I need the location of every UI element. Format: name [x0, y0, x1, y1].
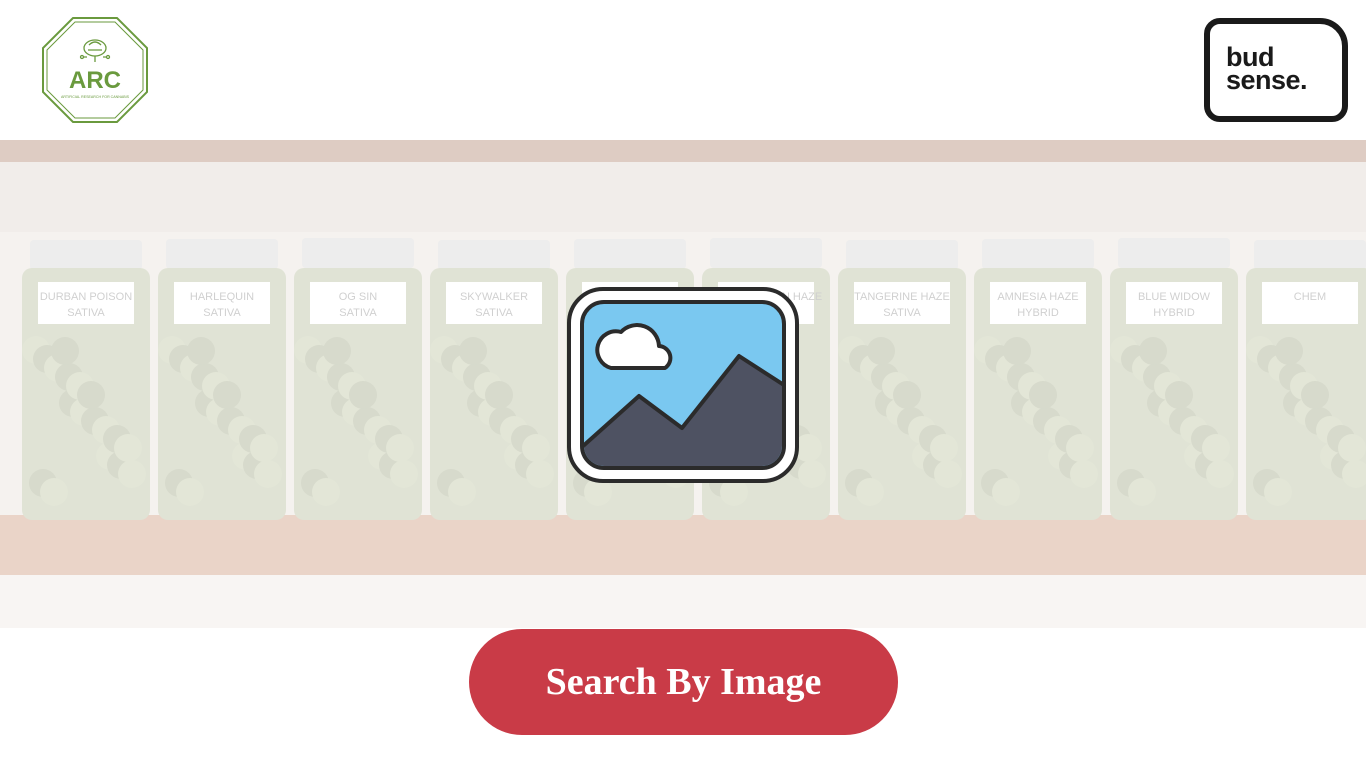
budsense-logo-line2: sense.	[1226, 65, 1308, 95]
budsense-logo[interactable]: bud sense.	[1204, 18, 1348, 122]
arc-logo-graphic: ARC ARTIFICIAL RESEARCH FOR CANNABIS	[42, 17, 148, 123]
header: ARC ARTIFICIAL RESEARCH FOR CANNABIS bud…	[0, 0, 1366, 140]
arc-logo-tagline: ARTIFICIAL RESEARCH FOR CANNABIS	[61, 95, 130, 99]
image-placeholder-icon	[567, 287, 799, 483]
brain-circuit-icon	[79, 39, 111, 62]
arc-logo-text: ARC	[69, 67, 121, 94]
arc-logo[interactable]: ARC ARTIFICIAL RESEARCH FOR CANNABIS	[40, 15, 150, 125]
search-by-image-button[interactable]: Search By Image	[469, 629, 898, 735]
budsense-logo-text: bud sense.	[1226, 44, 1308, 95]
image-upload-icon[interactable]	[567, 287, 799, 483]
